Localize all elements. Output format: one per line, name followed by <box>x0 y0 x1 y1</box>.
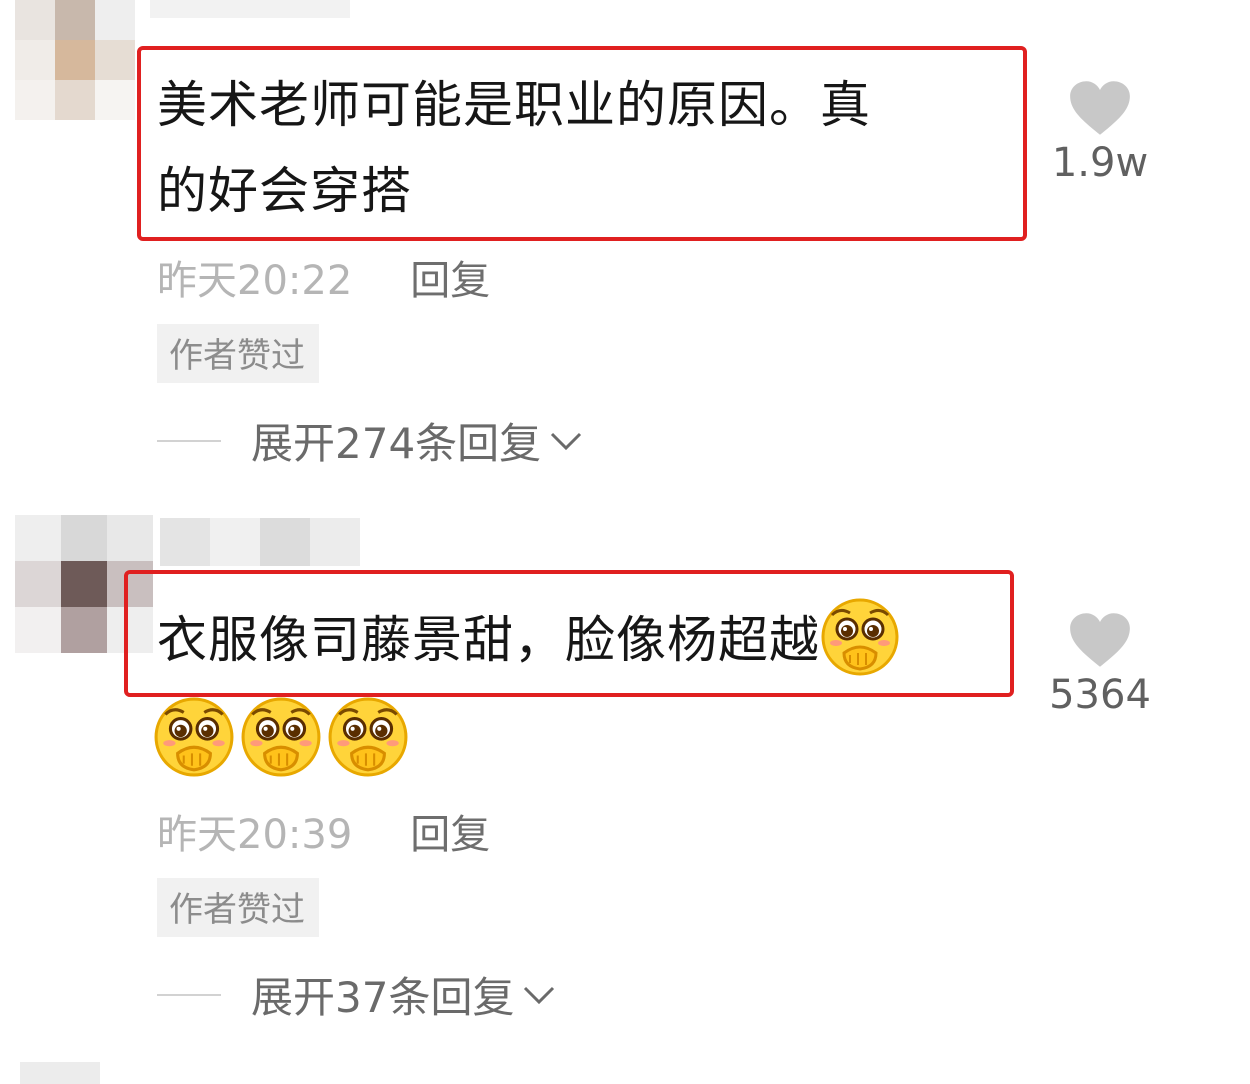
heart-icon <box>1068 612 1132 668</box>
emoji-row <box>153 696 409 778</box>
like-count: 1.9w <box>1051 140 1149 186</box>
like-button[interactable]: 5364 <box>1030 612 1170 718</box>
username-redacted[interactable] <box>150 0 350 18</box>
pleading-emoji <box>240 696 322 778</box>
comment-text: 衣服像司藤景甜，脸像杨超越 <box>157 597 900 683</box>
reply-button[interactable]: 回复 <box>410 812 490 858</box>
comment-line-1: 衣服像司藤景甜，脸像杨超越 <box>157 611 820 669</box>
comment-text: 美术老师可能是职业的原因。真 的好会穿搭 <box>157 62 871 234</box>
comment-meta: 昨天20:39 回复 <box>157 802 490 860</box>
like-count: 5364 <box>1049 672 1151 718</box>
expand-replies-button[interactable]: 展开274条回复 <box>157 410 583 471</box>
expand-replies-button[interactable]: 展开37条回复 <box>157 964 556 1025</box>
avatar[interactable] <box>15 0 135 130</box>
username-redacted[interactable] <box>160 518 360 566</box>
pleading-emoji <box>327 696 409 778</box>
avatar[interactable] <box>20 1062 100 1084</box>
avatar[interactable] <box>15 515 155 655</box>
chevron-down-icon <box>551 432 582 450</box>
divider <box>157 993 221 996</box>
comment-time: 昨天20:22 <box>157 258 353 304</box>
heart-icon <box>1068 80 1132 136</box>
author-liked-badge: 作者赞过 <box>157 324 319 383</box>
chevron-down-icon <box>524 986 555 1004</box>
expand-replies-label: 展开37条回复 <box>251 973 515 1022</box>
author-liked-badge: 作者赞过 <box>157 878 319 937</box>
pleading-emoji <box>820 597 900 677</box>
like-button[interactable]: 1.9w <box>1030 80 1170 186</box>
comment-line-2: 的好会穿搭 <box>157 162 412 220</box>
comment-meta: 昨天20:22 回复 <box>157 248 490 306</box>
pleading-emoji <box>153 696 235 778</box>
expand-replies-label: 展开274条回复 <box>251 419 542 468</box>
comment-time: 昨天20:39 <box>157 812 353 858</box>
divider <box>157 439 221 442</box>
comment-line-1: 美术老师可能是职业的原因。真 <box>157 76 871 134</box>
reply-button[interactable]: 回复 <box>410 258 490 304</box>
